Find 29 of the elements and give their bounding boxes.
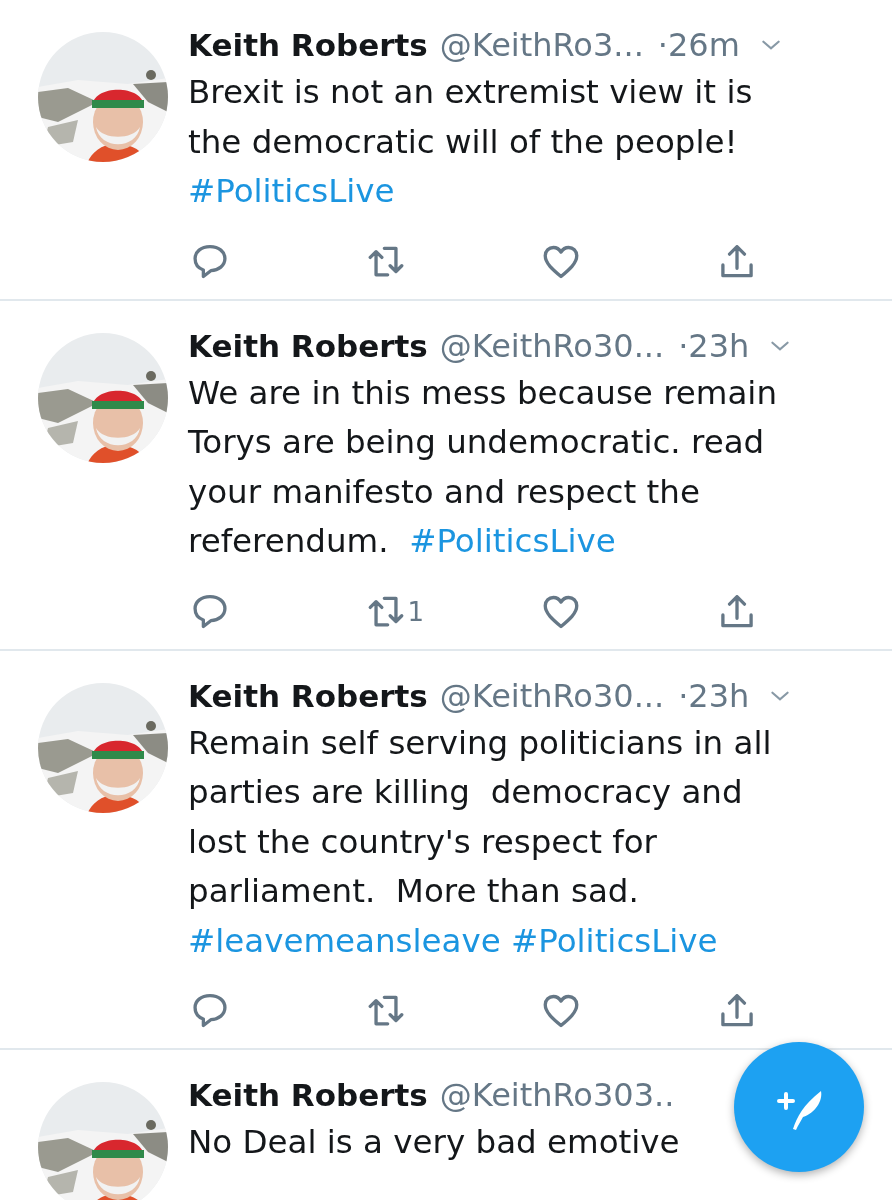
retweet-icon[interactable] bbox=[365, 994, 406, 1028]
hashtag-link[interactable]: #PoliticsLive bbox=[188, 172, 395, 210]
hashtag-link[interactable]: #leavemeansleave bbox=[188, 921, 501, 960]
reply-icon[interactable] bbox=[190, 594, 230, 629]
user-handle: @KeithRo30... bbox=[439, 326, 665, 365]
tweet-text: Brexit is not an extremist view it is the democratic will of the people! #PoliticsLive bbox=[188, 72, 754, 212]
reply-icon[interactable] bbox=[190, 244, 230, 279]
user-handle: @KeithRo3... bbox=[439, 26, 644, 64]
timestamp: ·23h bbox=[678, 326, 750, 365]
tweet-text: We are in this mess because remain Torys are being undemocratic. read your manifesto and respect the referendum. #PoliticsLive bbox=[188, 372, 778, 562]
user-handle: @KeithRo30... bbox=[439, 676, 665, 715]
hashtag-link[interactable]: #PoliticsLive bbox=[409, 522, 616, 560]
timestamp: ·26m bbox=[657, 26, 740, 64]
user-handle: @KeithRo303.. bbox=[439, 1076, 675, 1114]
tweet-text: Remain self serving politicians in all parties are killing democracy and lost the country's respect for parliament. More than sad. #leavemeansleave #PoliticsLive bbox=[188, 722, 773, 962]
user-name: Keith Roberts bbox=[188, 27, 428, 63]
retweet-count: 1 bbox=[407, 596, 425, 627]
retweet-icon[interactable] bbox=[365, 244, 406, 279]
tweet-text: No Deal is a very bad emotive bbox=[188, 1122, 681, 1163]
heart-icon[interactable] bbox=[541, 244, 581, 279]
timestamp: ·23h bbox=[678, 676, 750, 715]
hashtag-link[interactable]: #PoliticsLive bbox=[511, 921, 718, 960]
reply-icon[interactable] bbox=[190, 994, 230, 1028]
heart-icon[interactable] bbox=[541, 994, 581, 1028]
heart-icon[interactable] bbox=[541, 594, 581, 629]
user-name: Keith Roberts bbox=[188, 1077, 428, 1113]
compose-button[interactable] bbox=[734, 1042, 864, 1172]
user-name: Keith Roberts bbox=[188, 677, 428, 714]
user-name: Keith Roberts bbox=[188, 327, 428, 364]
